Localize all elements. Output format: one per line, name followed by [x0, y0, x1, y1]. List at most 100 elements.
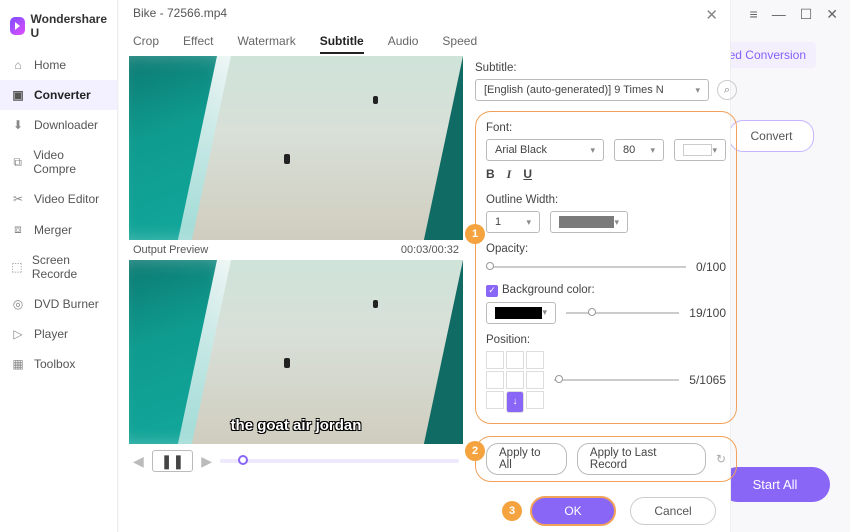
- compress-icon: ⧉: [10, 155, 25, 170]
- apply-to-all-button[interactable]: Apply to All: [486, 443, 567, 475]
- tab-effect[interactable]: Effect: [183, 34, 213, 54]
- subtitle-track-select[interactable]: [English (auto-generated)] 9 Times N▾: [475, 79, 709, 101]
- annotation-badge-3: 3: [502, 501, 522, 521]
- cancel-button[interactable]: Cancel: [630, 497, 716, 525]
- bgcolor-label: ✓Background color:: [486, 284, 726, 297]
- close-window-icon[interactable]: ✕: [826, 6, 838, 23]
- sidebar-item-dvd-burner[interactable]: ◎ DVD Burner: [0, 289, 117, 319]
- sidebar-item-label: Converter: [34, 88, 91, 102]
- sidebar-item-label: Toolbox: [34, 357, 75, 371]
- refresh-icon[interactable]: ↻: [716, 452, 726, 466]
- close-icon[interactable]: ✕: [705, 6, 718, 24]
- pause-button[interactable]: ❚❚: [152, 450, 193, 472]
- subtitle-settings: Subtitle: [English (auto-generated)] 9 T…: [475, 56, 737, 482]
- prev-frame-button[interactable]: ◀: [133, 453, 144, 470]
- font-size-select[interactable]: 80▾: [614, 139, 664, 161]
- ok-button[interactable]: OK: [530, 496, 616, 526]
- bgcolor-select[interactable]: ▾: [486, 302, 556, 324]
- sidebar-item-player[interactable]: ▷ Player: [0, 319, 117, 349]
- brand: Wondershare U: [0, 8, 117, 50]
- font-label: Font:: [486, 122, 726, 134]
- subtitle-search-icon[interactable]: ⌕: [717, 80, 737, 100]
- sidebar-item-converter[interactable]: ▣ Converter: [0, 80, 117, 110]
- playback-time: 00:03/00:32: [401, 244, 459, 256]
- tab-crop[interactable]: Crop: [133, 34, 159, 54]
- merge-icon: ⧈: [10, 222, 26, 237]
- position-bottom-center[interactable]: ↓: [506, 391, 524, 413]
- apply-row: 2 Apply to All Apply to Last Record ↻: [475, 436, 737, 482]
- tab-subtitle[interactable]: Subtitle: [320, 34, 364, 54]
- scissors-icon: ✂: [10, 192, 26, 206]
- outline-label: Outline Width:: [486, 194, 726, 206]
- sidebar-item-toolbox[interactable]: ▦ Toolbox: [0, 349, 117, 379]
- font-family-select[interactable]: Arial Black▾: [486, 139, 604, 161]
- subtitle-editor-modal: Bike - 72566.mp4 ✕ Crop Effect Watermark…: [119, 0, 731, 532]
- menu-icon[interactable]: ≡: [750, 6, 758, 23]
- style-group: 1 Font: Arial Black▾ 80▾ ▾ B I U: [475, 111, 737, 424]
- sidebar-item-screen-recorder[interactable]: ⬚ Screen Recorde: [0, 245, 117, 289]
- home-icon: ⌂: [10, 58, 26, 72]
- font-color-select[interactable]: ▾: [674, 139, 726, 161]
- outline-width-select[interactable]: 1▾: [486, 211, 540, 233]
- sidebar-item-label: Home: [34, 58, 66, 72]
- underline-button[interactable]: U: [523, 167, 532, 182]
- play-icon: ▷: [10, 327, 26, 341]
- sidebar-item-label: Player: [34, 327, 68, 341]
- opacity-value: 0/100: [696, 260, 726, 274]
- playback-thumb[interactable]: [238, 455, 248, 465]
- position-label: Position:: [486, 334, 726, 346]
- playback-track[interactable]: [220, 459, 459, 463]
- disc-icon: ◎: [10, 297, 26, 311]
- position-grid[interactable]: ↓: [486, 351, 544, 409]
- tab-watermark[interactable]: Watermark: [237, 34, 295, 54]
- window-controls: ≡ — ☐ ✕: [750, 6, 838, 23]
- editor-tabs: Crop Effect Watermark Subtitle Audio Spe…: [119, 26, 730, 56]
- sidebar-item-downloader[interactable]: ⬇ Downloader: [0, 110, 117, 140]
- annotation-badge-2: 2: [465, 441, 485, 461]
- brand-logo-icon: [10, 17, 25, 35]
- sidebar-item-label: Downloader: [34, 118, 98, 132]
- bold-button[interactable]: B: [486, 167, 495, 182]
- convert-button[interactable]: Convert: [729, 120, 814, 152]
- sidebar-item-label: Video Compre: [33, 148, 107, 176]
- bgcolor-checkbox[interactable]: ✓: [486, 285, 498, 297]
- maximize-icon[interactable]: ☐: [800, 6, 813, 23]
- download-icon: ⬇: [10, 118, 26, 132]
- sidebar-item-video-editor[interactable]: ✂ Video Editor: [0, 184, 117, 214]
- dialog-buttons: 3 OK Cancel: [119, 482, 730, 526]
- italic-button[interactable]: I: [507, 167, 512, 182]
- tab-audio[interactable]: Audio: [388, 34, 419, 54]
- opacity-thumb[interactable]: [486, 262, 494, 270]
- sidebar-item-label: Screen Recorde: [32, 253, 107, 281]
- modal-title: Bike - 72566.mp4: [133, 6, 227, 20]
- sidebar-item-merger[interactable]: ⧈ Merger: [0, 214, 117, 245]
- video-preview-original: [129, 56, 463, 240]
- bgcolor-value: 19/100: [689, 306, 726, 320]
- tab-speed[interactable]: Speed: [442, 34, 477, 54]
- bgcolor-thumb[interactable]: [588, 308, 596, 316]
- converter-icon: ▣: [10, 88, 26, 102]
- position-thumb[interactable]: [555, 375, 563, 383]
- opacity-label: Opacity:: [486, 243, 726, 255]
- apply-to-last-record-button[interactable]: Apply to Last Record: [577, 443, 706, 475]
- sidebar-item-label: Merger: [34, 223, 72, 237]
- brand-text: Wondershare U: [31, 12, 107, 40]
- sidebar-item-home[interactable]: ⌂ Home: [0, 50, 117, 80]
- annotation-badge-1: 1: [465, 224, 485, 244]
- outline-color-select[interactable]: ▾: [550, 211, 628, 233]
- sidebar: Wondershare U ⌂ Home ▣ Converter ⬇ Download…: [0, 0, 118, 532]
- position-value: 5/1065: [689, 373, 726, 387]
- record-icon: ⬚: [10, 260, 24, 274]
- playback-controls: ◀ ❚❚ ▶: [129, 444, 463, 478]
- sidebar-item-label: DVD Burner: [34, 297, 99, 311]
- minimize-icon[interactable]: —: [772, 6, 786, 23]
- preview-column: Output Preview 00:03/00:32 the goat air …: [129, 56, 463, 482]
- sidebar-item-video-compressor[interactable]: ⧉ Video Compre: [0, 140, 117, 184]
- opacity-slider[interactable]: [486, 266, 686, 268]
- grid-icon: ▦: [10, 357, 26, 371]
- sidebar-item-label: Video Editor: [34, 192, 99, 206]
- bgcolor-slider[interactable]: [566, 312, 679, 314]
- position-slider[interactable]: [554, 379, 679, 381]
- video-preview-output: the goat air jordan: [129, 260, 463, 444]
- next-frame-button[interactable]: ▶: [201, 453, 212, 470]
